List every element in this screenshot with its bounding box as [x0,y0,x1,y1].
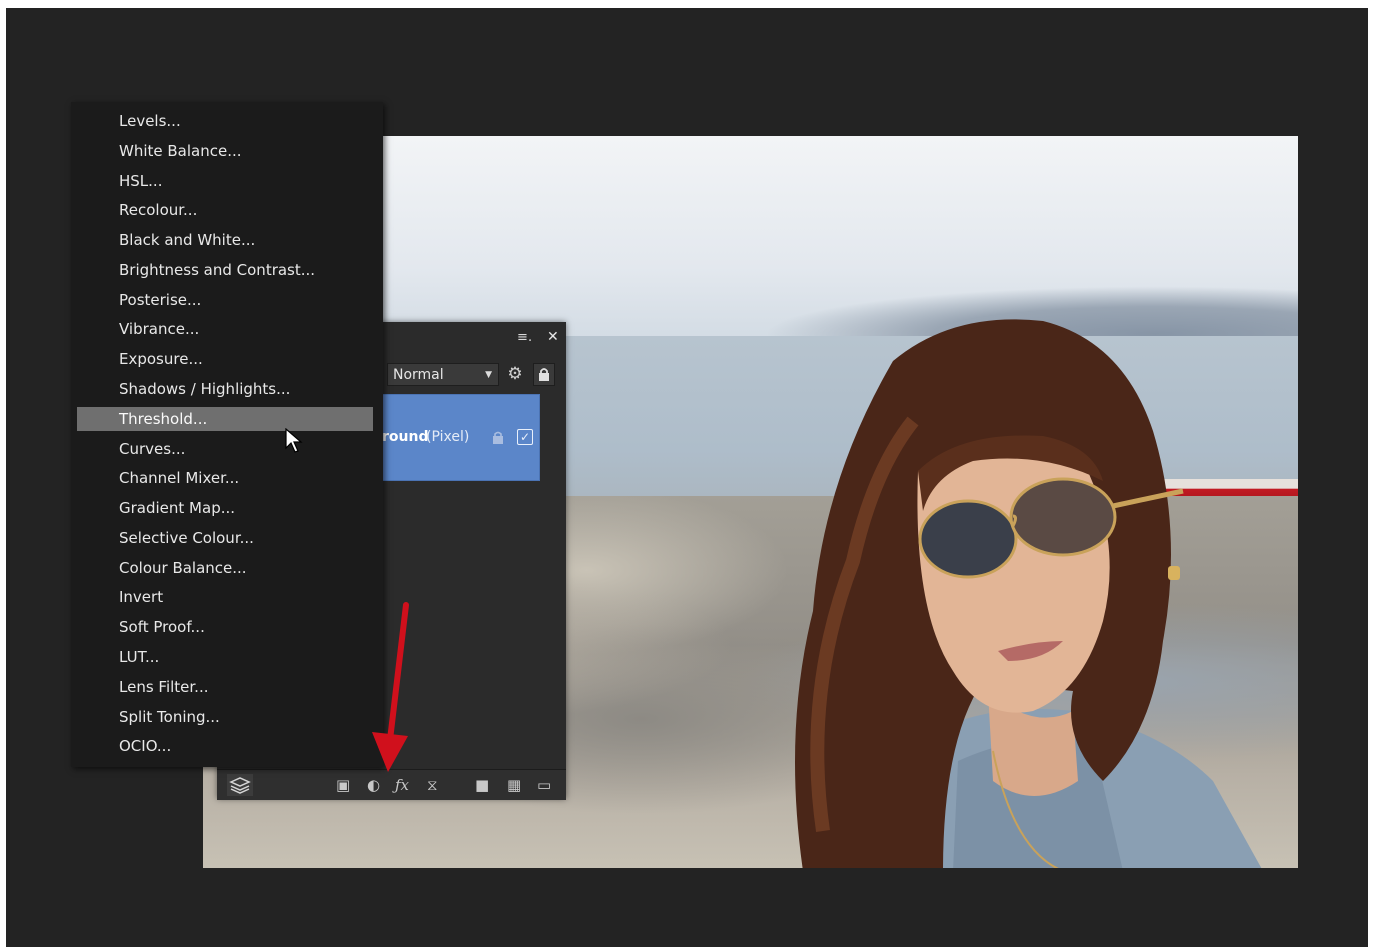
menu-item-colour-balance[interactable]: Colour Balance... [77,556,373,580]
menu-item-lut[interactable]: LUT... [77,645,373,669]
menu-item-threshold[interactable]: Threshold... [77,407,373,431]
menu-item-selective-colour[interactable]: Selective Colour... [77,526,373,550]
menu-item-posterise[interactable]: Posterise... [77,288,373,312]
live-filter-icon[interactable]: ⧖ [427,776,438,794]
menu-item-gradient-map[interactable]: Gradient Map... [77,496,373,520]
blend-mode-select[interactable]: Normal ▼ [387,363,499,386]
fx-icon[interactable]: ƒx [395,776,409,794]
menu-item-white-balance[interactable]: White Balance... [77,139,373,163]
gear-icon[interactable]: ⚙ [504,363,526,386]
menu-item-hsl[interactable]: HSL... [77,169,373,193]
menu-item-invert[interactable]: Invert [77,585,373,609]
menu-item-channel-mixer[interactable]: Channel Mixer... [77,466,373,490]
layer-row-background[interactable]: round (Pixel) ✓ [377,394,540,481]
menu-item-exposure[interactable]: Exposure... [77,347,373,371]
lock-icon [539,368,549,381]
menu-item-black-and-white[interactable]: Black and White... [77,228,373,252]
close-icon[interactable]: ✕ [547,329,559,345]
mask-icon[interactable]: ▣ [336,776,350,794]
menu-item-brightness-contrast[interactable]: Brightness and Contrast... [77,258,373,282]
layer-name: round [382,429,429,445]
menu-item-shadows-highlights[interactable]: Shadows / Highlights... [77,377,373,401]
layers-stack-icon[interactable] [227,774,253,796]
lock-button[interactable] [533,363,555,386]
annotation-arrow-icon [372,602,409,772]
panel-menu-icon[interactable]: ≡․ [517,330,532,345]
adjustments-menu: Levels... White Balance... HSL... Recolo… [71,102,383,767]
menu-item-ocio[interactable]: OCIO... [77,734,373,758]
layer-lock-icon[interactable] [493,431,503,444]
layer-visibility-checkbox[interactable]: ✓ [517,429,533,445]
menu-item-soft-proof[interactable]: Soft Proof... [77,615,373,639]
layer-type: (Pixel) [426,429,470,445]
mouse-pointer-icon [285,428,303,453]
chevron-down-icon: ▼ [485,370,492,380]
menu-item-curves[interactable]: Curves... [77,437,373,461]
menu-item-recolour[interactable]: Recolour... [77,198,373,222]
group-folder-icon[interactable]: ■ [475,776,489,794]
menu-item-split-toning[interactable]: Split Toning... [77,705,373,729]
portrait-subject [795,319,1262,868]
menu-item-levels[interactable]: Levels... [77,109,373,133]
menu-item-lens-filter[interactable]: Lens Filter... [77,675,373,699]
trash-icon[interactable]: ▭ [537,776,551,794]
pixel-layer-icon[interactable]: ▦ [507,776,521,794]
adjustment-icon[interactable]: ◐ [367,776,380,794]
menu-item-vibrance[interactable]: Vibrance... [77,317,373,341]
blend-mode-value: Normal [393,367,444,383]
